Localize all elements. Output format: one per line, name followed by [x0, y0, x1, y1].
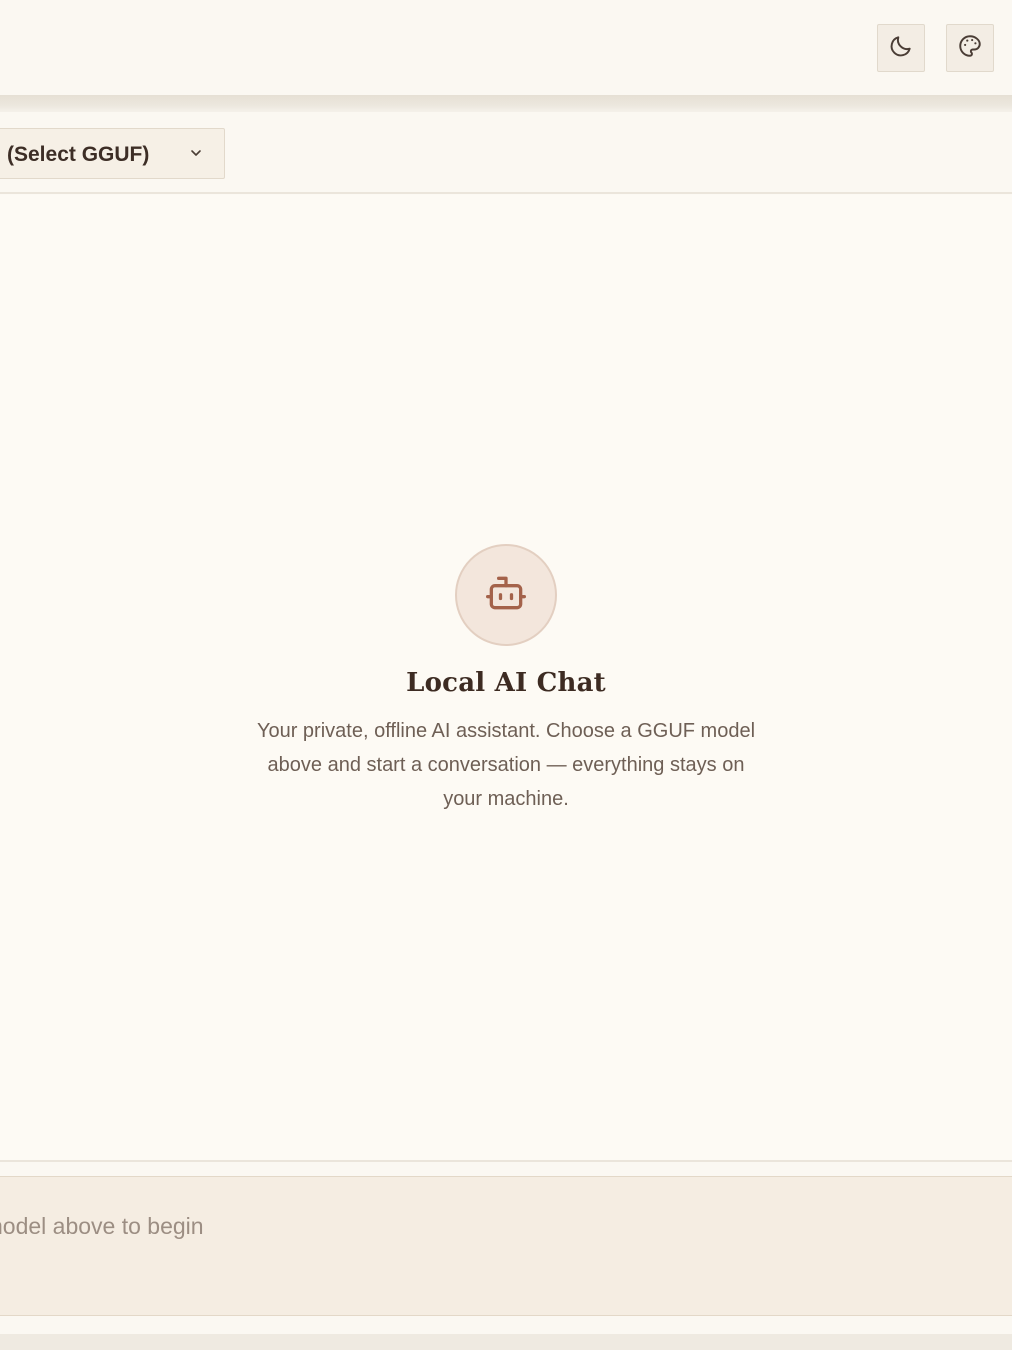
top-header: [0, 0, 1012, 96]
message-input-placeholder: nodel above to begin: [0, 1213, 204, 1239]
chevron-down-icon: [188, 145, 204, 161]
app-root: (Select GGUF) Local AI Chat Your private…: [0, 0, 1012, 1350]
theme-toggle-button[interactable]: [877, 24, 925, 72]
moon-icon: [888, 33, 914, 64]
model-bar: (Select GGUF): [0, 112, 1012, 194]
header-divider: [0, 95, 1012, 112]
empty-state: Local AI Chat Your private, offline AI a…: [0, 544, 1012, 816]
message-input-box[interactable]: nodel above to begin: [0, 1176, 1012, 1316]
empty-state-description: Your private, offline AI assistant. Choo…: [256, 720, 756, 810]
composer: nodel above to begin: [0, 1162, 1012, 1350]
model-select-label: (Select GGUF): [7, 143, 150, 166]
bottom-strip: [0, 1334, 1012, 1350]
palette-icon: [957, 33, 983, 64]
chat-area: Local AI Chat Your private, offline AI a…: [0, 195, 1012, 1160]
bot-icon: [484, 571, 528, 620]
empty-state-title: Local AI Chat: [406, 668, 606, 698]
bot-avatar: [455, 544, 557, 646]
palette-button[interactable]: [946, 24, 994, 72]
model-select[interactable]: (Select GGUF): [0, 128, 225, 179]
